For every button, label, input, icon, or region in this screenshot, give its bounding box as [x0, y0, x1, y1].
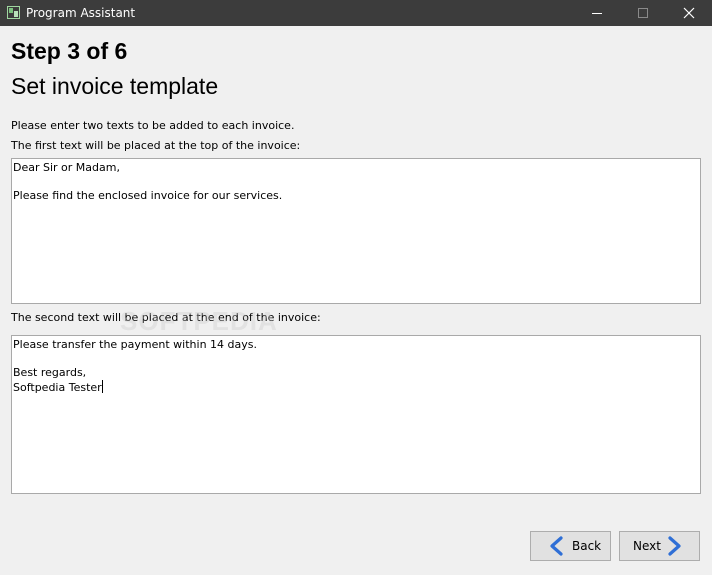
- maximize-icon: [638, 8, 648, 18]
- page-subtitle: Set invoice template: [11, 73, 219, 99]
- text-caret: [101, 380, 103, 393]
- next-button[interactable]: Next: [619, 531, 700, 561]
- intro-label: Please enter two texts to be added to ea…: [11, 119, 295, 132]
- window-title: Program Assistant: [26, 6, 136, 20]
- app-icon: [7, 6, 20, 19]
- first-text-content: Dear Sir or Madam, Please find the enclo…: [13, 161, 283, 202]
- back-button-label: Back: [572, 539, 602, 553]
- second-text-field[interactable]: Please transfer the payment within 14 da…: [11, 335, 701, 494]
- minimize-icon: [592, 13, 602, 14]
- minimize-button[interactable]: [574, 0, 620, 26]
- first-text-field[interactable]: Dear Sir or Madam, Please find the enclo…: [11, 158, 701, 304]
- close-button[interactable]: [666, 0, 712, 26]
- step-title: Step 3 of 6: [11, 38, 128, 64]
- next-button-label: Next: [633, 539, 661, 553]
- back-button[interactable]: Back: [530, 531, 611, 561]
- close-icon: [683, 7, 695, 19]
- arrow-left-icon: [550, 536, 563, 556]
- second-text-content: Please transfer the payment within 14 da…: [13, 338, 257, 394]
- watermark-logo: SOFTPEDIA: [120, 306, 278, 336]
- maximize-button[interactable]: [620, 0, 666, 26]
- first-text-label: The first text will be placed at the top…: [11, 139, 301, 152]
- title-bar[interactable]: Program Assistant: [0, 0, 712, 26]
- arrow-right-icon: [668, 536, 681, 556]
